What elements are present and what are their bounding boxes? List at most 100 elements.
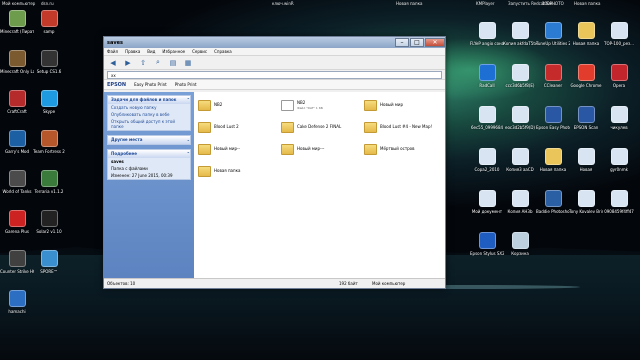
- up-folder-icon[interactable]: ⇧: [137, 57, 149, 68]
- desktop-icon-label: 6ec55_0999684: [470, 125, 504, 130]
- desktop_right-icon-1[interactable]: Копия akfdaT5twr: [503, 22, 537, 46]
- address-bar: xx: [104, 70, 445, 80]
- desktop_left-icon-5[interactable]: Skype: [32, 90, 66, 114]
- desktop_left-icon-9[interactable]: Terraria v1.1.2: [32, 170, 66, 194]
- desktop_right-icon-22[interactable]: Baddie Photoshop: [536, 190, 570, 214]
- task-new-folder[interactable]: Создать новую папку: [108, 104, 190, 111]
- desktop_right-icon-0[interactable]: FLYeP angio соната: [470, 22, 504, 46]
- menu-help[interactable]: Справка: [214, 49, 232, 54]
- desktop_right-icon-18[interactable]: Новая: [569, 148, 603, 172]
- task-publish-web[interactable]: Опубликовать папку в вебе: [108, 111, 190, 118]
- file-item[interactable]: Мёртвый остров: [364, 140, 446, 158]
- desktop_right-icon-5[interactable]: RadCall: [470, 64, 504, 88]
- desktop_left-icon-4[interactable]: CraftCraft: [0, 90, 34, 114]
- desktop_right-icon-8[interactable]: Google Chrome: [569, 64, 603, 88]
- app-icon: [40, 170, 58, 187]
- desktop_right-icon-24[interactable]: 0908459f4ff47: [602, 190, 636, 214]
- epson-toolbar: EPSON Easy Photo Print Photo Print: [104, 80, 445, 90]
- menu-favorites[interactable]: Избранное: [162, 49, 185, 54]
- app-icon: [40, 250, 58, 267]
- desktop_right-icon-17[interactable]: Новая папка: [536, 148, 570, 172]
- folders-icon[interactable]: ▤: [167, 57, 179, 68]
- app-icon: [478, 190, 496, 207]
- desktop_right-icon-4[interactable]: TOP-100_рез...: [602, 22, 636, 46]
- menu-file[interactable]: Файл: [107, 49, 118, 54]
- desktop_right-icon-9[interactable]: Opera: [602, 64, 636, 88]
- file-item[interactable]: NB2 Файл "DAT" 1 КБ: [281, 96, 363, 114]
- desktop_left-icon-8[interactable]: World of Tanks: [0, 170, 34, 194]
- title-bar[interactable]: saves – □ ✕: [104, 37, 445, 48]
- desktop_left-icon-7[interactable]: Team Fortress 2: [32, 130, 66, 154]
- easy-photo-print-button[interactable]: Easy Photo Print: [134, 82, 167, 87]
- file-item[interactable]: Blood Lust 2: [198, 118, 280, 136]
- explorer-window[interactable]: saves – □ ✕ Файл Правка Вид Избранное Се…: [103, 36, 446, 289]
- app-icon: [544, 64, 562, 81]
- file-item-name: NB2: [297, 100, 306, 105]
- desktop_left-icon-1[interactable]: samp: [32, 10, 66, 34]
- desktop-icon-label: Epson Easy Photo Print: [536, 125, 570, 130]
- desktop_left-icon-6[interactable]: Garry's Mod: [0, 130, 34, 154]
- desktop-icon-label: Minecraft Only Lauycher: [0, 69, 34, 74]
- desktop-icon-label: hamachi: [8, 309, 26, 314]
- maximize-button[interactable]: □: [410, 38, 424, 47]
- menu-view[interactable]: Вид: [147, 49, 155, 54]
- details-panel: Подробнее ⌃ saves Папка с файлами Изменен…: [107, 149, 191, 180]
- other-places-header[interactable]: Другие места ⌄: [108, 136, 190, 144]
- desktop_left-icon-2[interactable]: Minecraft Only Lauycher: [0, 50, 34, 74]
- file-item[interactable]: Новый мир--: [198, 140, 280, 158]
- desktop_left-icon-0[interactable]: Minecraft (Пиратка): [0, 10, 34, 34]
- file-item[interactable]: Cake Defense 2 FINAL: [281, 118, 363, 136]
- views-icon[interactable]: ▦: [182, 57, 194, 68]
- desktop-icon-label: чикулев: [610, 125, 628, 130]
- forward-arrow-icon[interactable]: ▶: [122, 57, 134, 68]
- desktop_right-icon-6[interactable]: ccc3d6b5f8(E): [503, 64, 537, 88]
- tasks-panel-header[interactable]: Задачи для файлов и папок ⌃: [108, 96, 190, 104]
- desktop_right-icon-2[interactable]: TuneUp Utilities 2012: [536, 22, 570, 46]
- task-share-folder[interactable]: Открыть общий доступ к этой папке: [108, 118, 190, 130]
- file-list[interactable]: NB2 NB2 Файл "DAT" 1 КБ Новый мир Blood Lust…: [194, 92, 445, 278]
- desktop_left-icon-14[interactable]: hamachi: [0, 290, 34, 314]
- desktop_left-icon-3[interactable]: Setup CS1.6: [32, 50, 66, 74]
- minimize-button[interactable]: –: [395, 38, 409, 47]
- desktop_right-icon-12[interactable]: Epson Easy Photo Print: [536, 106, 570, 130]
- close-button[interactable]: ✕: [425, 38, 445, 47]
- desktop-icon-label: Garry's Mod: [4, 149, 30, 154]
- file-item-name: Новый мир--: [214, 146, 240, 151]
- desktop_right-icon-20[interactable]: Мой документ: [470, 190, 504, 214]
- desktop_right-icon-26[interactable]: Корзина: [503, 232, 537, 256]
- back-arrow-icon[interactable]: ◀: [107, 57, 119, 68]
- desktop_right-icon-7[interactable]: CCleaner: [536, 64, 570, 88]
- details-header[interactable]: Подробнее ⌃: [108, 150, 190, 158]
- desktop_right-icon-19[interactable]: gyr0nmk: [602, 148, 636, 172]
- address-input[interactable]: xx: [107, 70, 442, 79]
- file-item-name: Новая папка: [214, 168, 241, 173]
- desktop_left-icon-11[interactable]: Solar2 v1.10: [32, 210, 66, 234]
- menu-tools[interactable]: Сервис: [192, 49, 207, 54]
- toolbar: ◀ ▶ ⇧ ⌕ ▤ ▦: [104, 56, 445, 70]
- desktop-icon-label: RadCall: [479, 83, 495, 88]
- desktop_left-icon-13[interactable]: SPORE™: [32, 250, 66, 274]
- desktop_right-icon-11[interactable]: eoc3d2b5f9(D): [503, 106, 537, 130]
- desktop_right-icon-3[interactable]: Новая папка: [569, 22, 603, 46]
- desktop_left-icon-12[interactable]: Counter Strike HQ 1.6 v.53: [0, 250, 34, 274]
- top-label-2: ключ.winR: [272, 1, 294, 6]
- photo-print-button[interactable]: Photo Print: [175, 82, 197, 87]
- desktop_right-icon-15[interactable]: Copa2_2010: [470, 148, 504, 172]
- desktop-icon-label: Copa2_2010: [474, 167, 500, 172]
- file-item[interactable]: Новый мир---: [281, 140, 363, 158]
- file-item[interactable]: NB2: [198, 96, 280, 114]
- desktop_right-icon-23[interactable]: Tony Kovalev Bring It Back: [569, 190, 603, 214]
- desktop_right-icon-25[interactable]: Epson Stylus SX210_SX410: [470, 232, 504, 256]
- desktop_right-icon-21[interactable]: Копия AH3b: [503, 190, 537, 214]
- search-icon[interactable]: ⌕: [152, 57, 164, 68]
- desktop_right-icon-13[interactable]: EPSON Scan: [569, 106, 603, 130]
- file-item[interactable]: Новый мир: [364, 96, 446, 114]
- menu-edit[interactable]: Правка: [125, 49, 140, 54]
- file-item[interactable]: Blood Lust #4 - New Map!: [364, 118, 446, 136]
- desktop_right-icon-10[interactable]: 6ec55_0999684: [470, 106, 504, 130]
- file-item[interactable]: Новая папка: [198, 162, 280, 180]
- desktop_left-icon-10[interactable]: Garena Plus: [0, 210, 34, 234]
- desktop_right-icon-16[interactable]: Копия3 aaCD: [503, 148, 537, 172]
- app-icon: [8, 210, 26, 227]
- desktop_right-icon-14[interactable]: чикулев: [602, 106, 636, 130]
